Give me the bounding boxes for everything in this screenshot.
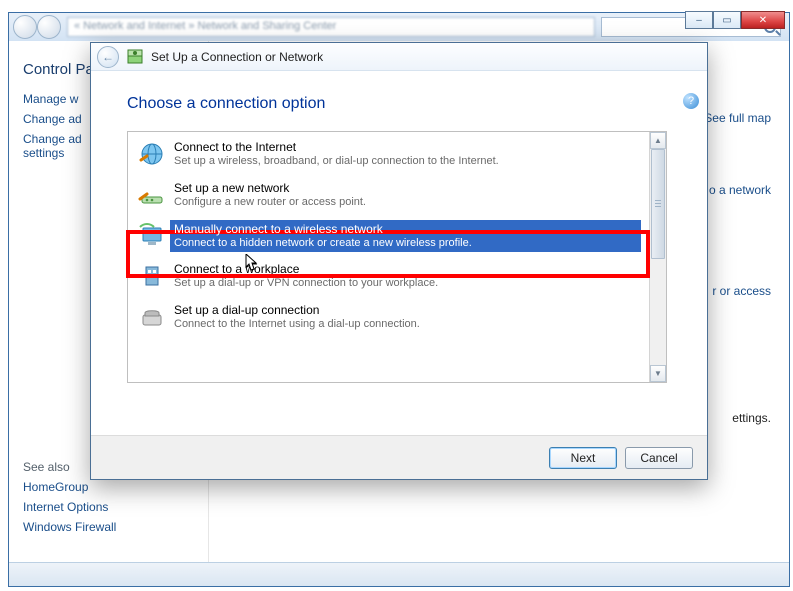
cursor-icon xyxy=(242,254,258,276)
scrollbar[interactable]: ▲ ▼ xyxy=(649,132,666,382)
link-to-network[interactable]: o a network xyxy=(709,183,771,197)
scroll-up-button[interactable]: ▲ xyxy=(650,132,666,149)
option-manual-wireless[interactable]: Manually connect to a wireless network C… xyxy=(128,216,649,257)
wizard-icon xyxy=(127,49,143,65)
wizard-title: Set Up a Connection or Network xyxy=(151,50,323,64)
option-title: Set up a dial-up connection xyxy=(174,303,420,318)
option-desc: Set up a dial-up or VPN connection to yo… xyxy=(174,277,438,291)
option-title: Connect to the Internet xyxy=(174,140,499,155)
option-title: Manually connect to a wireless network xyxy=(174,222,472,237)
minimize-button[interactable]: – xyxy=(685,11,713,29)
nav-forward-button[interactable] xyxy=(37,15,61,39)
option-connect-internet[interactable]: Connect to the Internet Set up a wireles… xyxy=(128,134,649,175)
option-setup-new-network[interactable]: Set up a new network Configure a new rou… xyxy=(128,175,649,216)
wizard-heading: Choose a connection option xyxy=(127,95,671,113)
cancel-button[interactable]: Cancel xyxy=(625,447,693,469)
option-dialup[interactable]: Set up a dial-up connection Connect to t… xyxy=(128,297,649,338)
link-see-full-map[interactable]: See full map xyxy=(704,111,771,125)
wizard-titlebar: ← Set Up a Connection or Network xyxy=(91,43,707,71)
see-also-link[interactable]: Internet Options xyxy=(23,500,194,514)
parent-statusbar xyxy=(9,562,789,586)
scroll-down-button[interactable]: ▼ xyxy=(650,365,666,382)
nav-back-button[interactable] xyxy=(13,15,37,39)
phone-modem-icon xyxy=(138,303,166,331)
text-or-access: r or access xyxy=(712,284,771,298)
wizard-back-button[interactable]: ← xyxy=(97,46,119,68)
address-bar[interactable]: « Network and Internet » Network and Sha… xyxy=(67,17,595,37)
text-settings: ettings. xyxy=(732,411,771,425)
wizard-body: Choose a connection option Connect to th… xyxy=(91,71,707,435)
wizard-footer: Next Cancel xyxy=(91,435,707,479)
building-icon xyxy=(138,262,166,290)
maximize-button[interactable]: ▭ xyxy=(713,11,741,29)
option-desc: Set up a wireless, broadband, or dial-up… xyxy=(174,155,499,169)
system-buttons: – ▭ ✕ xyxy=(685,11,785,29)
options-listbox: Connect to the Internet Set up a wireles… xyxy=(127,131,667,383)
next-button[interactable]: Next xyxy=(549,447,617,469)
option-desc: Connect to the Internet using a dial-up … xyxy=(174,318,420,332)
see-also-link[interactable]: Windows Firewall xyxy=(23,520,194,534)
parent-titlebar: « Network and Internet » Network and Sha… xyxy=(9,13,789,41)
option-desc: Configure a new router or access point. xyxy=(174,196,366,210)
wizard-dialog: ← Set Up a Connection or Network ? Choos… xyxy=(90,42,708,480)
scroll-thumb[interactable] xyxy=(651,149,665,259)
option-desc: Connect to a hidden network or create a … xyxy=(174,237,472,251)
nav-buttons xyxy=(13,15,61,39)
option-title: Set up a new network xyxy=(174,181,366,196)
options-list: Connect to the Internet Set up a wireles… xyxy=(128,132,649,382)
globe-icon xyxy=(138,140,166,168)
option-connect-workplace[interactable]: Connect to a workplace Set up a dial-up … xyxy=(128,256,649,297)
see-also-link[interactable]: HomeGroup xyxy=(23,480,194,494)
router-icon xyxy=(138,181,166,209)
monitor-wireless-icon xyxy=(138,222,166,250)
close-button[interactable]: ✕ xyxy=(741,11,785,29)
option-title: Connect to a workplace xyxy=(174,262,438,277)
